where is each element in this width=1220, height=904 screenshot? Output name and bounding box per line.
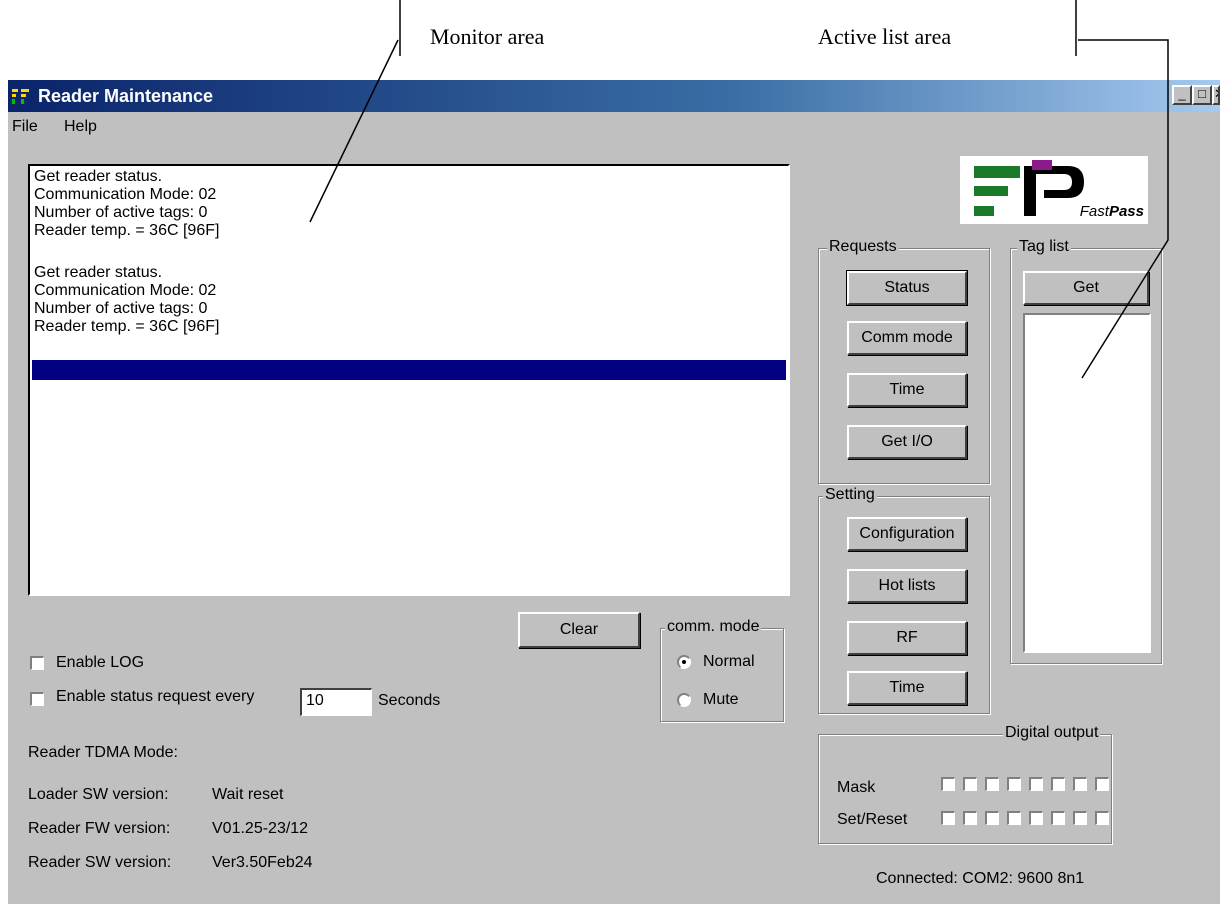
rf-button[interactable]: RF (847, 621, 967, 655)
tdma-mode-label: Reader TDMA Mode: (28, 744, 178, 761)
sw-version-value: Ver3.50Feb24 (212, 854, 313, 871)
get-tags-button[interactable]: Get (1023, 271, 1149, 305)
monitor-area-annotation: Monitor area (430, 24, 545, 49)
normal-label: Normal (703, 653, 755, 670)
monitor-line: Get reader status. (34, 168, 163, 185)
window-title: Reader Maintenance (38, 86, 214, 106)
enable-log-checkbox[interactable] (30, 656, 44, 670)
fw-version-label: Reader FW version: (28, 820, 171, 837)
fastpass-app-icon (12, 89, 29, 104)
requests-group: Requests Status Comm mode Time Get I/O (818, 238, 990, 484)
loader-version-value: Wait reset (212, 786, 284, 803)
loader-version-label: Loader SW version: (28, 786, 169, 803)
sw-version-label: Reader SW version: (28, 854, 172, 871)
tag-list-title: Tag list (1017, 238, 1071, 256)
setting-title: Setting (823, 486, 877, 504)
fastpass-logo: FastPass (960, 156, 1148, 224)
monitor-selected-row[interactable] (32, 360, 786, 380)
mask-bit-checkbox[interactable] (1051, 777, 1065, 791)
set-reset-bit-checkbox[interactable] (1007, 811, 1021, 825)
connection-status: Connected: COM2: 9600 8n1 (876, 870, 1085, 887)
comm-mode-button[interactable]: Comm mode (847, 321, 967, 355)
set-reset-bit-checkbox[interactable] (1051, 811, 1065, 825)
comm-mode-group: comm. mode Normal Mute (660, 618, 784, 722)
menu-file[interactable]: File (12, 118, 38, 136)
monitor-list[interactable]: Get reader status. Communication Mode: 0… (28, 164, 790, 596)
reader-maintenance-window: Reader Maintenance _ □ ✕ File Help Get r… (8, 80, 1220, 904)
setting-group: Setting Configuration Hot lists RF Time (818, 486, 990, 714)
configuration-button[interactable]: Configuration (847, 517, 967, 551)
seconds-label: Seconds (378, 692, 441, 709)
enable-status-label: Enable status request every (56, 688, 255, 705)
set-reset-bit-checkbox[interactable] (1095, 811, 1109, 825)
mask-bit-checkbox[interactable] (963, 777, 977, 791)
mask-bit-checkbox[interactable] (1029, 777, 1043, 791)
normal-radio[interactable] (677, 655, 691, 669)
get-io-button[interactable]: Get I/O (847, 425, 967, 459)
set-reset-bit-checkbox[interactable] (963, 811, 977, 825)
monitor-line: Reader temp. = 36C [96F] (34, 222, 220, 239)
tag-list-box[interactable] (1023, 313, 1151, 653)
minimize-button[interactable]: _ (1172, 85, 1192, 105)
interval-input[interactable]: 10 (300, 688, 372, 716)
active-list-area-annotation: Active list area (818, 24, 952, 49)
set-reset-bit-checkbox[interactable] (1073, 811, 1087, 825)
monitor-line: Number of active tags: 0 (34, 204, 208, 221)
enable-log-label: Enable LOG (56, 654, 145, 671)
monitor-line: Reader temp. = 36C [96F] (34, 318, 220, 335)
mask-bit-checkbox[interactable] (985, 777, 999, 791)
monitor-line: Get reader status. (34, 264, 163, 281)
mute-label: Mute (703, 691, 739, 708)
clear-button[interactable]: Clear (518, 612, 640, 648)
maximize-button[interactable]: □ (1192, 85, 1212, 105)
mask-bit-checkbox[interactable] (1073, 777, 1087, 791)
time-setting-button[interactable]: Time (847, 671, 967, 705)
digital-output-group: Digital output Mask Set/Reset (818, 724, 1112, 844)
set-reset-label: Set/Reset (837, 811, 908, 828)
enable-status-checkbox[interactable] (30, 692, 44, 706)
hot-lists-button[interactable]: Hot lists (847, 569, 967, 603)
close-button[interactable]: ✕ (1212, 85, 1220, 105)
set-reset-bit-checkbox[interactable] (985, 811, 999, 825)
menu-bar: File Help (8, 112, 1220, 140)
digital-output-title: Digital output (1003, 724, 1101, 742)
fastpass-logo-text: FastPass (1079, 203, 1144, 220)
fw-version-value: V01.25-23/12 (212, 820, 309, 837)
status-button[interactable]: Status (846, 270, 968, 306)
mask-bit-checkbox[interactable] (941, 777, 955, 791)
title-bar: Reader Maintenance _ □ ✕ (8, 80, 1220, 112)
monitor-line: Communication Mode: 02 (34, 282, 217, 299)
time-request-button[interactable]: Time (847, 373, 967, 407)
monitor-line: Communication Mode: 02 (34, 186, 217, 203)
set-reset-bit-checkbox[interactable] (1029, 811, 1043, 825)
set-reset-bit-checkbox[interactable] (941, 811, 955, 825)
mask-bit-checkbox[interactable] (1007, 777, 1021, 791)
comm-mode-title: comm. mode (665, 618, 762, 636)
mask-bit-checkbox[interactable] (1095, 777, 1109, 791)
tag-list-group: Tag list Get (1010, 238, 1162, 664)
mask-label: Mask (837, 779, 876, 796)
requests-title: Requests (827, 238, 899, 256)
mute-radio[interactable] (677, 693, 691, 707)
monitor-line: Number of active tags: 0 (34, 300, 208, 317)
menu-help[interactable]: Help (64, 118, 97, 136)
